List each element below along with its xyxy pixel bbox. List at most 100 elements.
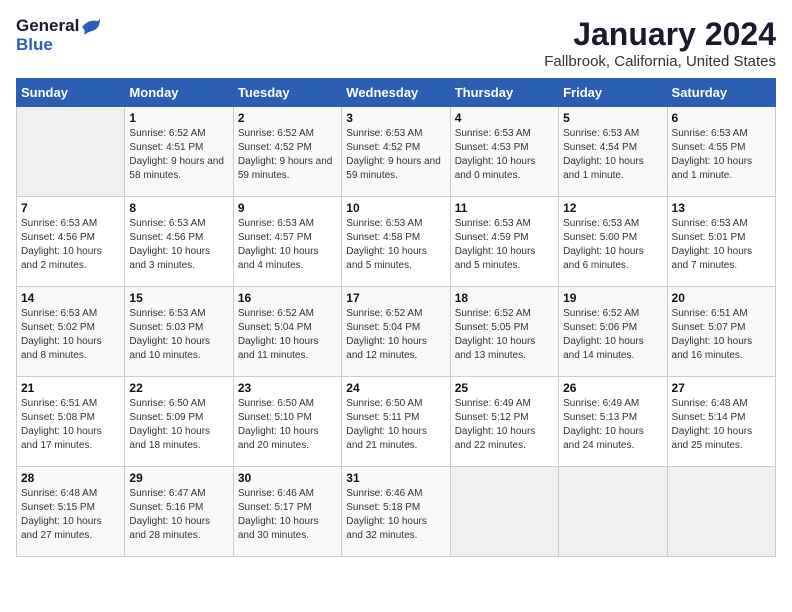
day-cell: 3 Sunrise: 6:53 AMSunset: 4:52 PMDaylight… — [342, 107, 450, 197]
day-info: Sunrise: 6:48 AMSunset: 5:15 PMDaylight:… — [21, 487, 120, 543]
day-cell: 24 Sunrise: 6:50 AMSunset: 5:11 PMDayligh… — [342, 377, 450, 467]
logo: General Blue — [16, 16, 102, 55]
logo-blue-text: Blue — [16, 35, 102, 55]
day-cell — [450, 467, 558, 557]
day-number: 12 — [563, 201, 662, 215]
day-number: 13 — [672, 201, 771, 215]
day-number: 10 — [346, 201, 445, 215]
day-cell: 25 Sunrise: 6:49 AMSunset: 5:12 PMDayligh… — [450, 377, 558, 467]
header-day-tuesday: Tuesday — [233, 79, 341, 107]
day-cell: 12 Sunrise: 6:53 AMSunset: 5:00 PMDayligh… — [559, 197, 667, 287]
day-cell: 31 Sunrise: 6:46 AMSunset: 5:18 PMDayligh… — [342, 467, 450, 557]
day-info: Sunrise: 6:52 AMSunset: 5:06 PMDaylight:… — [563, 307, 662, 363]
day-cell: 21Sunrise: 6:51 AMSunset: 5:08 PMDayligh… — [17, 377, 125, 467]
calendar-header: SundayMondayTuesdayWednesdayThursdayFrid… — [17, 79, 776, 107]
week-row-1: 1 Sunrise: 6:52 AMSunset: 4:51 PMDaylight… — [17, 107, 776, 197]
day-info: Sunrise: 6:52 AMSunset: 5:05 PMDaylight:… — [455, 307, 554, 363]
day-number: 31 — [346, 471, 445, 485]
header-day-sunday: Sunday — [17, 79, 125, 107]
day-info: Sunrise: 6:53 AMSunset: 4:56 PMDaylight:… — [21, 217, 120, 273]
day-cell: 13 Sunrise: 6:53 AMSunset: 5:01 PMDayligh… — [667, 197, 775, 287]
day-number: 25 — [455, 381, 554, 395]
day-cell: 16 Sunrise: 6:52 AMSunset: 5:04 PMDayligh… — [233, 287, 341, 377]
day-cell: 11Sunrise: 6:53 AMSunset: 4:59 PMDayligh… — [450, 197, 558, 287]
day-number: 8 — [129, 201, 228, 215]
day-info: Sunrise: 6:49 AMSunset: 5:13 PMDaylight:… — [563, 397, 662, 453]
day-number: 6 — [672, 111, 771, 125]
day-info: Sunrise: 6:46 AMSunset: 5:18 PMDaylight:… — [346, 487, 445, 543]
day-info: Sunrise: 6:48 AMSunset: 5:14 PMDaylight:… — [672, 397, 771, 453]
page-header: General Blue January 2024 Fallbrook, Cal… — [16, 16, 776, 70]
day-info: Sunrise: 6:53 AMSunset: 5:00 PMDaylight:… — [563, 217, 662, 273]
day-number: 7 — [21, 201, 120, 215]
header-day-wednesday: Wednesday — [342, 79, 450, 107]
week-row-5: 28Sunrise: 6:48 AMSunset: 5:15 PMDayligh… — [17, 467, 776, 557]
day-cell: 1 Sunrise: 6:52 AMSunset: 4:51 PMDaylight… — [125, 107, 233, 197]
day-info: Sunrise: 6:53 AMSunset: 5:03 PMDaylight:… — [129, 307, 228, 363]
day-cell: 14Sunrise: 6:53 AMSunset: 5:02 PMDayligh… — [17, 287, 125, 377]
day-number: 24 — [346, 381, 445, 395]
day-cell: 7 Sunrise: 6:53 AMSunset: 4:56 PMDaylight… — [17, 197, 125, 287]
day-info: Sunrise: 6:49 AMSunset: 5:12 PMDaylight:… — [455, 397, 554, 453]
day-number: 16 — [238, 291, 337, 305]
day-number: 21 — [21, 381, 120, 395]
header-day-monday: Monday — [125, 79, 233, 107]
day-info: Sunrise: 6:53 AMSunset: 4:54 PMDaylight:… — [563, 127, 662, 183]
day-cell: 30Sunrise: 6:46 AMSunset: 5:17 PMDayligh… — [233, 467, 341, 557]
day-cell: 23 Sunrise: 6:50 AMSunset: 5:10 PMDayligh… — [233, 377, 341, 467]
day-info: Sunrise: 6:52 AMSunset: 5:04 PMDaylight:… — [238, 307, 337, 363]
day-info: Sunrise: 6:50 AMSunset: 5:10 PMDaylight:… — [238, 397, 337, 453]
day-info: Sunrise: 6:53 AMSunset: 4:58 PMDaylight:… — [346, 217, 445, 273]
day-info: Sunrise: 6:46 AMSunset: 5:17 PMDaylight:… — [238, 487, 337, 543]
day-number: 1 — [129, 111, 228, 125]
day-info: Sunrise: 6:50 AMSunset: 5:09 PMDaylight:… — [129, 397, 228, 453]
day-number: 20 — [672, 291, 771, 305]
day-cell: 29 Sunrise: 6:47 AMSunset: 5:16 PMDayligh… — [125, 467, 233, 557]
calendar-table: SundayMondayTuesdayWednesdayThursdayFrid… — [16, 78, 776, 557]
day-number: 17 — [346, 291, 445, 305]
day-number: 29 — [129, 471, 228, 485]
day-info: Sunrise: 6:51 AMSunset: 5:07 PMDaylight:… — [672, 307, 771, 363]
day-cell: 5Sunrise: 6:53 AMSunset: 4:54 PMDaylight… — [559, 107, 667, 197]
day-info: Sunrise: 6:53 AMSunset: 4:55 PMDaylight:… — [672, 127, 771, 183]
day-cell: 26 Sunrise: 6:49 AMSunset: 5:13 PMDayligh… — [559, 377, 667, 467]
day-cell — [667, 467, 775, 557]
day-number: 3 — [346, 111, 445, 125]
day-cell: 8Sunrise: 6:53 AMSunset: 4:56 PMDaylight… — [125, 197, 233, 287]
day-info: Sunrise: 6:53 AMSunset: 4:52 PMDaylight:… — [346, 127, 445, 183]
logo-bird-icon — [80, 17, 102, 37]
day-info: Sunrise: 6:52 AMSunset: 4:51 PMDaylight:… — [129, 127, 228, 183]
day-cell: 17 Sunrise: 6:52 AMSunset: 5:04 PMDayligh… — [342, 287, 450, 377]
week-row-3: 14Sunrise: 6:53 AMSunset: 5:02 PMDayligh… — [17, 287, 776, 377]
header-day-saturday: Saturday — [667, 79, 775, 107]
day-cell: 4Sunrise: 6:53 AMSunset: 4:53 PMDaylight… — [450, 107, 558, 197]
day-number: 22 — [129, 381, 228, 395]
day-cell — [17, 107, 125, 197]
day-number: 18 — [455, 291, 554, 305]
day-cell — [559, 467, 667, 557]
day-number: 19 — [563, 291, 662, 305]
day-cell: 2 Sunrise: 6:52 AMSunset: 4:52 PMDaylight… — [233, 107, 341, 197]
week-row-4: 21Sunrise: 6:51 AMSunset: 5:08 PMDayligh… — [17, 377, 776, 467]
day-number: 27 — [672, 381, 771, 395]
day-cell: 15Sunrise: 6:53 AMSunset: 5:03 PMDayligh… — [125, 287, 233, 377]
day-info: Sunrise: 6:53 AMSunset: 5:01 PMDaylight:… — [672, 217, 771, 273]
calendar-body: 1 Sunrise: 6:52 AMSunset: 4:51 PMDaylight… — [17, 107, 776, 557]
day-number: 4 — [455, 111, 554, 125]
day-info: Sunrise: 6:52 AMSunset: 4:52 PMDaylight:… — [238, 127, 337, 183]
header-day-friday: Friday — [559, 79, 667, 107]
day-cell: 9Sunrise: 6:53 AMSunset: 4:57 PMDaylight… — [233, 197, 341, 287]
day-number: 14 — [21, 291, 120, 305]
day-number: 2 — [238, 111, 337, 125]
day-info: Sunrise: 6:47 AMSunset: 5:16 PMDaylight:… — [129, 487, 228, 543]
day-cell: 10 Sunrise: 6:53 AMSunset: 4:58 PMDayligh… — [342, 197, 450, 287]
day-cell: 18 Sunrise: 6:52 AMSunset: 5:05 PMDayligh… — [450, 287, 558, 377]
logo-text: General — [16, 16, 102, 37]
day-info: Sunrise: 6:50 AMSunset: 5:11 PMDaylight:… — [346, 397, 445, 453]
day-number: 23 — [238, 381, 337, 395]
day-number: 11 — [455, 201, 554, 215]
day-number: 9 — [238, 201, 337, 215]
day-info: Sunrise: 6:52 AMSunset: 5:04 PMDaylight:… — [346, 307, 445, 363]
day-number: 26 — [563, 381, 662, 395]
day-cell: 19 Sunrise: 6:52 AMSunset: 5:06 PMDayligh… — [559, 287, 667, 377]
